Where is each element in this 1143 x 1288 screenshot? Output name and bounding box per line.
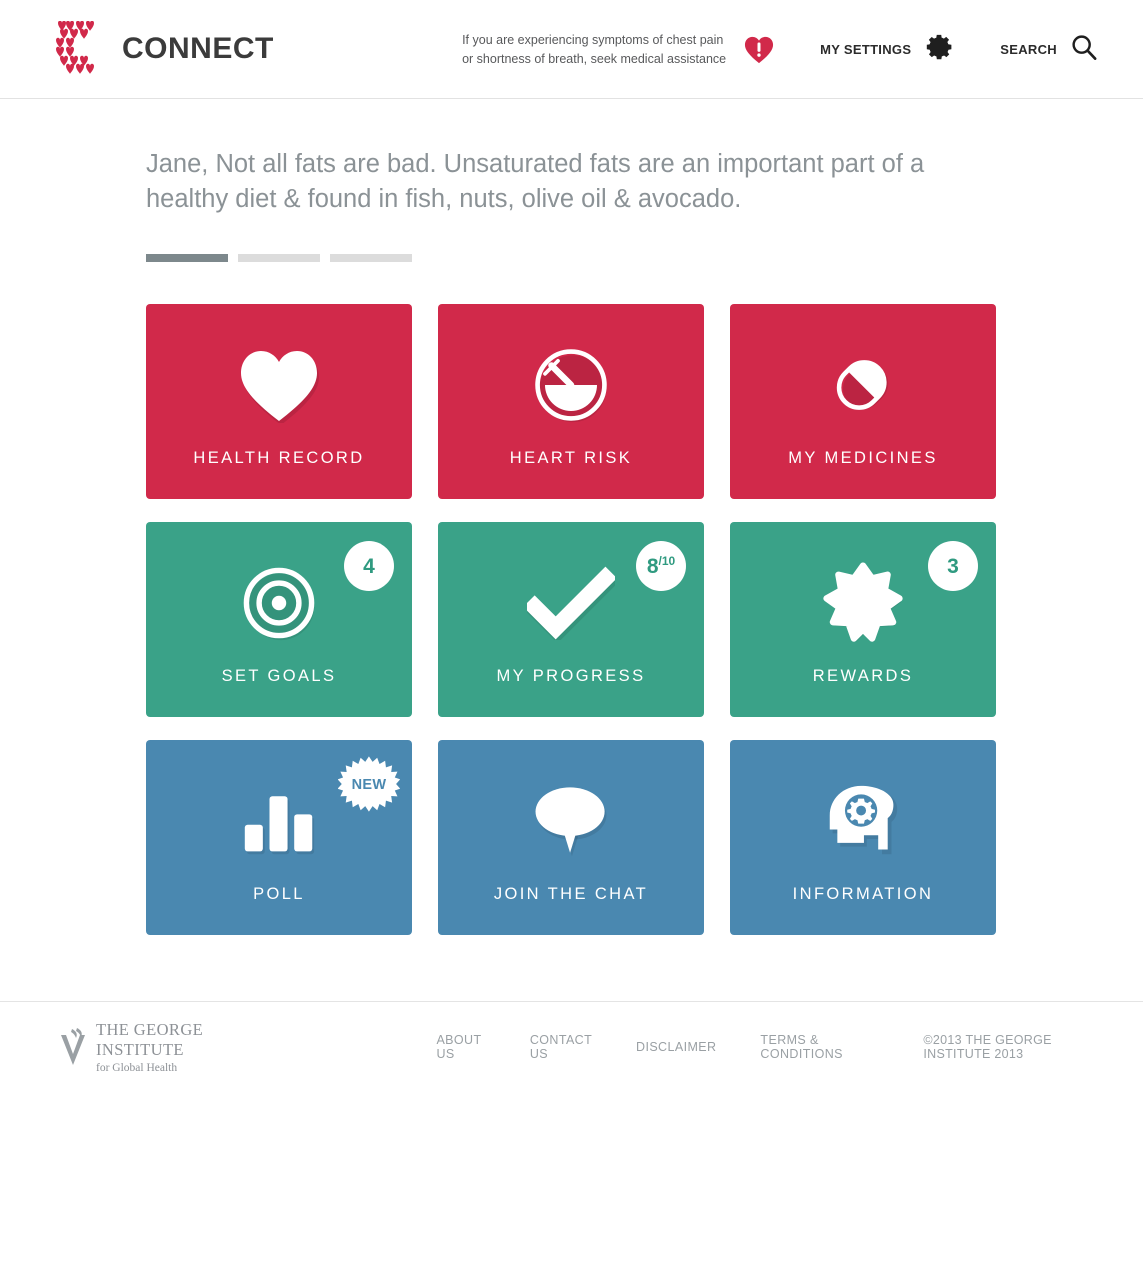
tile-join-the-chat[interactable]: JOIN THE CHAT bbox=[438, 740, 704, 936]
head-gear-icon bbox=[730, 778, 996, 864]
footer-copyright: ©2013 THE GEORGE INSTITUTE 2013 bbox=[923, 1032, 1052, 1061]
emergency-notice-line2: or shortness of breath, seek medical ass… bbox=[462, 51, 727, 66]
tile-rewards[interactable]: 3 REWARDS bbox=[730, 522, 996, 718]
brand-name: CONNECT bbox=[122, 32, 274, 65]
pill-icon bbox=[730, 342, 996, 428]
george-institute-wordmark: THE GEORGE INSTITUTE for Global Health bbox=[96, 1020, 254, 1074]
tile-badge: 8 /10 bbox=[636, 541, 686, 592]
tile-label: MY MEDICINES bbox=[788, 449, 938, 468]
carousel-dot-2[interactable] bbox=[238, 254, 320, 263]
george-institute-logo: THE GEORGE INSTITUTE for Global Health bbox=[58, 1020, 254, 1074]
badge-count: 8 bbox=[646, 554, 659, 578]
heart-icon bbox=[146, 342, 412, 428]
institute-tagline: for Global Health bbox=[96, 1061, 178, 1074]
carousel-pagination bbox=[146, 254, 1143, 263]
site-footer: THE GEORGE INSTITUTE for Global Health A… bbox=[0, 1001, 1143, 1091]
site-header: CONNECT If you are experiencing symptoms… bbox=[0, 0, 1143, 99]
my-settings-label: MY SETTINGS bbox=[820, 42, 912, 57]
carousel-dot-1[interactable] bbox=[146, 254, 228, 263]
page-tagline: Jane, Not all fats are bad. Unsaturated … bbox=[146, 150, 925, 213]
george-institute-mark-icon bbox=[58, 1027, 88, 1067]
tile-my-medicines[interactable]: MY MEDICINES bbox=[730, 304, 996, 500]
footer-link-contact-us[interactable]: CONTACT US bbox=[530, 1033, 592, 1061]
dashboard-tile-grid: HEALTH RECORD HEART RISK MY MEDICINES 4 … bbox=[146, 304, 997, 936]
connect-hearts-c-logo-icon bbox=[52, 20, 108, 77]
tile-label: INFORMATION bbox=[792, 885, 934, 904]
emergency-notice-line1: If you are experiencing symptoms of ches… bbox=[462, 33, 724, 48]
search-icon[interactable] bbox=[1070, 33, 1098, 66]
tile-my-progress[interactable]: 8 /10 MY PROGRESS bbox=[438, 522, 704, 718]
gear-icon[interactable] bbox=[924, 32, 954, 67]
footer-link-disclaimer[interactable]: DISCLAIMER bbox=[636, 1040, 716, 1054]
tile-label: MY PROGRESS bbox=[496, 667, 646, 686]
institute-name: THE GEORGE INSTITUTE bbox=[96, 1019, 204, 1059]
gauge-icon bbox=[438, 342, 704, 428]
footer-link-terms-conditions[interactable]: TERMS & CONDITIONS bbox=[760, 1033, 867, 1061]
tile-label: JOIN THE CHAT bbox=[493, 885, 649, 904]
main-content: Jane, Not all fats are bad. Unsaturated … bbox=[0, 147, 1143, 936]
footer-link-about-us[interactable]: ABOUT US bbox=[436, 1033, 485, 1061]
tile-set-goals[interactable]: 4 SET GOALS bbox=[146, 522, 412, 718]
tile-label: POLL bbox=[253, 885, 305, 904]
tile-badge: 4 bbox=[344, 541, 394, 592]
tile-heart-risk[interactable]: HEART RISK bbox=[438, 304, 704, 500]
tile-label: SET GOALS bbox=[221, 667, 337, 686]
my-settings-button[interactable]: MY SETTINGS bbox=[820, 32, 954, 67]
tile-information[interactable]: INFORMATION bbox=[730, 740, 996, 936]
badge-count: 4 bbox=[363, 554, 375, 578]
brand-logo-link[interactable]: CONNECT bbox=[52, 20, 274, 77]
search-button[interactable]: SEARCH bbox=[1000, 33, 1098, 66]
tile-label: HEALTH RECORD bbox=[193, 449, 365, 468]
tile-poll[interactable]: NEW POLL bbox=[146, 740, 412, 936]
tile-badge: 3 bbox=[928, 541, 978, 592]
footer-links: ABOUT US CONTACT US DISCLAIMER TERMS & C… bbox=[436, 1033, 1095, 1061]
new-starburst-badge: NEW bbox=[338, 754, 400, 816]
emergency-notice: If you are experiencing symptoms of ches… bbox=[462, 31, 726, 67]
tile-label: HEART RISK bbox=[509, 449, 633, 468]
badge-count: 3 bbox=[947, 554, 959, 578]
carousel-dot-3[interactable] bbox=[330, 254, 412, 263]
header-actions: If you are experiencing symptoms of ches… bbox=[462, 0, 1098, 99]
new-badge-label: NEW bbox=[351, 777, 387, 794]
tile-label: REWARDS bbox=[812, 667, 914, 686]
badge-total: /10 bbox=[658, 554, 676, 569]
heart-exclamation-icon[interactable] bbox=[744, 35, 774, 65]
speech-bubble-icon bbox=[438, 778, 704, 864]
search-label: SEARCH bbox=[1000, 42, 1057, 57]
tile-health-record[interactable]: HEALTH RECORD bbox=[146, 304, 412, 500]
